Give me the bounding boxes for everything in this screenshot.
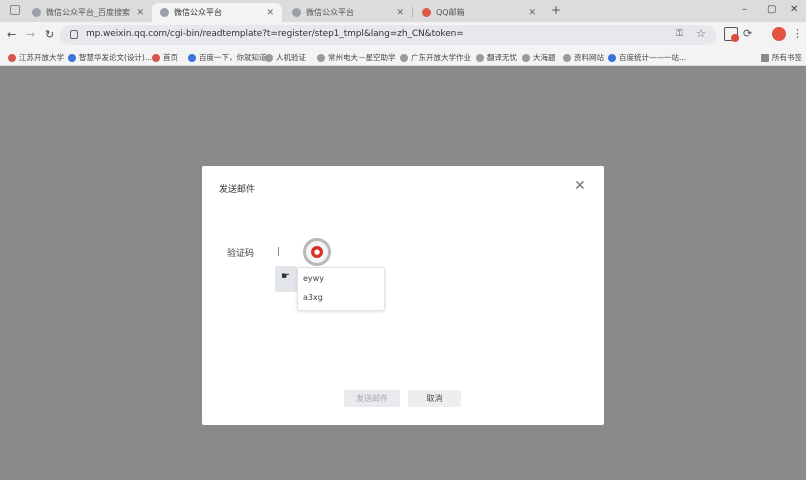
reload-icon[interactable]: ↻ xyxy=(45,28,54,41)
bookmark-item[interactable]: 翻译无忧 xyxy=(476,52,517,63)
bookmark-favicon-icon xyxy=(188,53,196,62)
profile-avatar-icon[interactable] xyxy=(772,27,786,41)
site-info-icon[interactable] xyxy=(70,30,78,39)
tab-baidu-search[interactable]: 微信公众平台_百度搜索 ✕ xyxy=(24,3,152,22)
tab-favicon-icon xyxy=(292,8,301,17)
forward-arrow-icon[interactable]: → xyxy=(26,28,35,41)
captcha-input[interactable] xyxy=(278,247,279,256)
new-tab-button[interactable]: + xyxy=(551,3,561,17)
record-icon: ● xyxy=(311,246,323,258)
tab-title: 微信公众平台 xyxy=(174,8,222,17)
dialog-title: 发送邮件 xyxy=(219,185,256,195)
bookmark-favicon-icon xyxy=(476,53,484,62)
folder-icon xyxy=(761,53,769,62)
autocomplete-dropdown: eywy a3xg xyxy=(297,267,385,311)
bookmarks-bar: 江苏开放大学 智慧华发论文(设计)... 首页 百度一下，你就知道 人机验证 常… xyxy=(0,48,806,66)
bookmark-item[interactable]: 常州电大－星空助学 xyxy=(317,52,396,63)
tab-title: 微信公众平台_百度搜索 xyxy=(46,8,130,17)
bookmark-favicon-icon xyxy=(152,53,160,62)
bookmark-favicon-icon xyxy=(563,53,571,62)
bookmark-item[interactable]: 人机验证 xyxy=(265,52,306,63)
bookmark-favicon-icon xyxy=(608,53,616,62)
bookmark-item[interactable]: 大海题 xyxy=(522,52,556,63)
tab-divider xyxy=(412,7,413,17)
tab-strip: 微信公众平台_百度搜索 ✕ 微信公众平台 ✕ 微信公众平台 ✕ QQ邮箱 ✕ +… xyxy=(0,0,806,22)
url-text[interactable]: mp.weixin.qq.com/cgi-bin/readtemplate?t=… xyxy=(86,29,464,39)
bookmark-favicon-icon xyxy=(400,53,408,62)
restore-button[interactable]: ▢ xyxy=(767,4,776,15)
tab-qq-mail[interactable]: QQ邮箱 ✕ xyxy=(414,3,544,22)
tab-wechat-mp[interactable]: 微信公众平台 ✕ xyxy=(284,3,412,22)
captcha-label: 验证码 xyxy=(227,249,255,259)
bookmark-item[interactable]: 首页 xyxy=(152,52,178,63)
bookmark-item[interactable]: 江苏开放大学 xyxy=(8,52,64,63)
all-bookmarks-button[interactable]: 所有书签 xyxy=(761,52,802,63)
close-icon[interactable]: ✕ xyxy=(528,8,536,18)
bookmark-item[interactable]: 智慧华发论文(设计)... xyxy=(68,52,152,63)
recording-indicator: ● xyxy=(303,238,331,266)
bookmark-favicon-icon xyxy=(265,53,273,62)
tab-title: 微信公众平台 xyxy=(306,8,354,17)
browser-toolbar: ← → ↻ mp.weixin.qq.com/cgi-bin/readtempl… xyxy=(0,22,806,48)
hand-cursor-icon: ☛ xyxy=(281,271,290,282)
menu-kebab-icon[interactable]: ⋮ xyxy=(792,27,806,41)
extension-icon[interactable] xyxy=(724,27,739,42)
tab-search-icon[interactable] xyxy=(10,5,20,15)
close-icon[interactable]: ✕ xyxy=(266,8,274,18)
close-icon[interactable]: ✕ xyxy=(136,8,144,18)
bookmark-favicon-icon xyxy=(8,53,16,62)
autocomplete-option[interactable]: a3xg xyxy=(303,293,323,302)
minimize-button[interactable]: – xyxy=(742,4,747,15)
bookmark-item[interactable]: 广东开放大学作业 xyxy=(400,52,471,63)
close-window-button[interactable]: ✕ xyxy=(790,4,798,15)
cancel-button[interactable]: 取消 xyxy=(408,390,461,407)
notification-badge-icon xyxy=(731,34,739,42)
bookmark-favicon-icon xyxy=(522,53,530,62)
back-arrow-icon[interactable]: ← xyxy=(7,28,16,41)
address-bar[interactable]: mp.weixin.qq.com/cgi-bin/readtemplate?t=… xyxy=(60,25,716,45)
send-email-dialog: 发送邮件 ✕ 验证码 ☛ eywy a3xg ● 发送邮件 取消 xyxy=(202,166,604,425)
autocomplete-option[interactable]: eywy xyxy=(303,274,324,283)
send-email-button[interactable]: 发送邮件 xyxy=(344,390,400,407)
tab-wechat-mp-active[interactable]: 微信公众平台 ✕ xyxy=(152,3,282,22)
tab-title: QQ邮箱 xyxy=(436,8,465,17)
bookmark-item[interactable]: 百度统计——一站... xyxy=(608,52,686,63)
captcha-image[interactable]: ☛ xyxy=(275,266,297,292)
bookmark-item[interactable]: 资料网站 xyxy=(563,52,604,63)
close-icon[interactable]: ✕ xyxy=(574,178,586,194)
bookmark-item[interactable]: 百度一下，你就知道 xyxy=(188,52,267,63)
tab-favicon-icon xyxy=(160,8,169,17)
password-key-icon[interactable]: ⚿ xyxy=(676,29,683,39)
bookmark-favicon-icon xyxy=(68,53,76,62)
qq-mail-favicon-icon xyxy=(422,8,431,17)
extensions-puzzle-icon[interactable]: ⟳ xyxy=(743,27,757,41)
tab-favicon-icon xyxy=(32,8,41,17)
bookmark-favicon-icon xyxy=(317,53,325,62)
bookmark-star-icon[interactable]: ☆ xyxy=(696,27,706,40)
close-icon[interactable]: ✕ xyxy=(396,8,404,18)
